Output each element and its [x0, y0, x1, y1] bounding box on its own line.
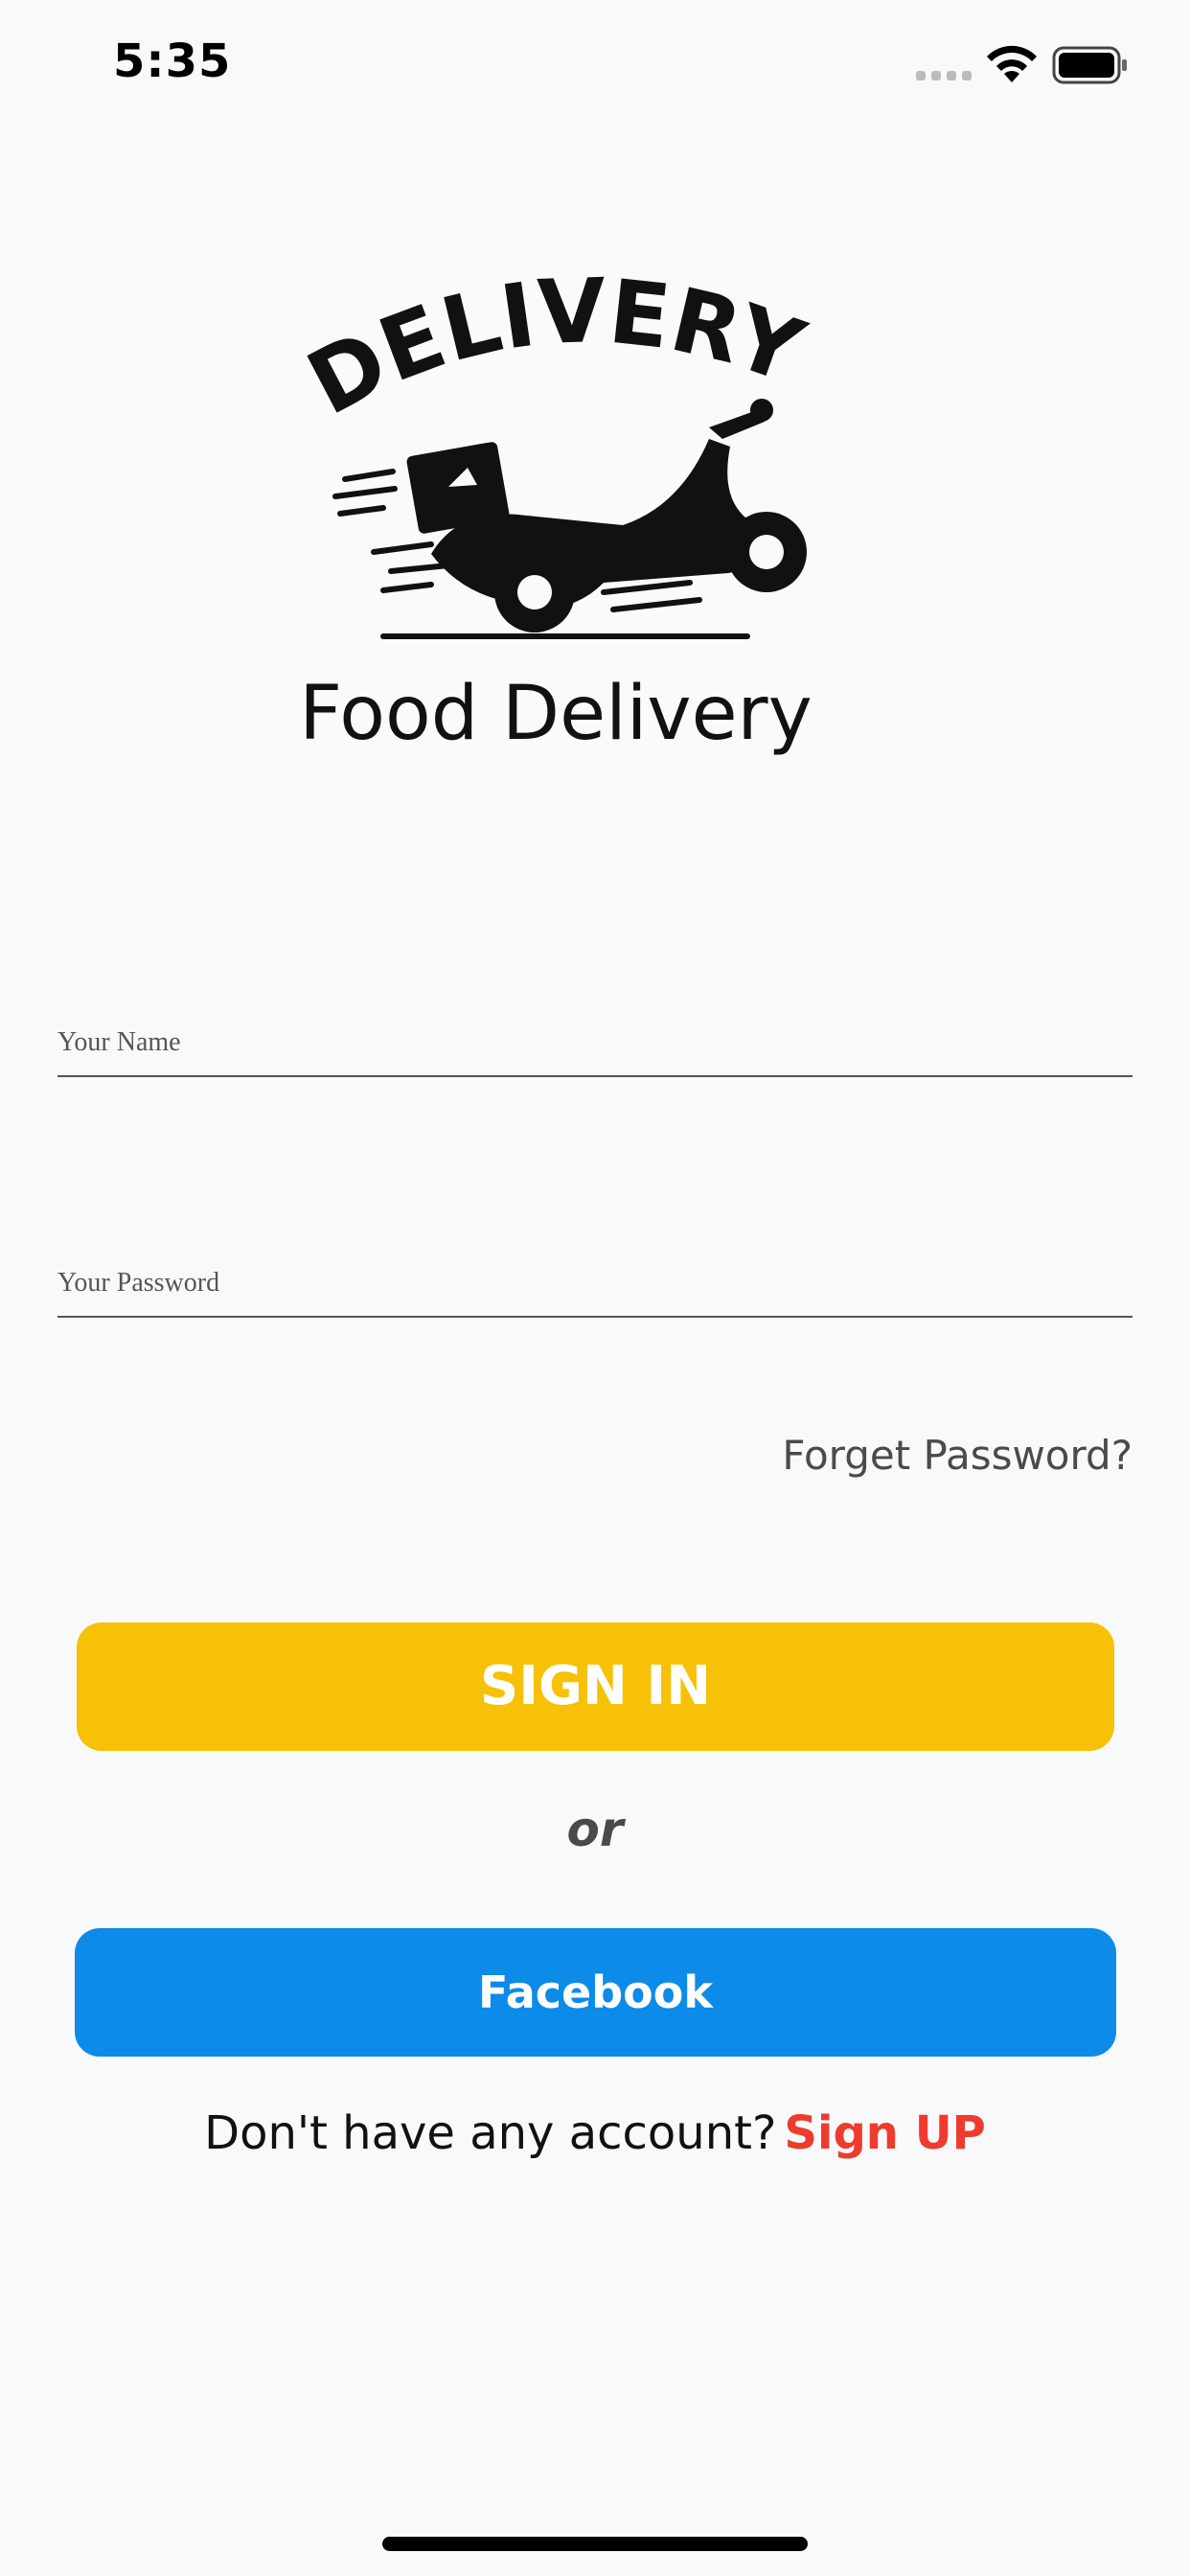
- sign-up-link[interactable]: Sign UP: [784, 2106, 985, 2160]
- signup-row: Don't have any account? Sign UP: [0, 2106, 1190, 2160]
- name-field[interactable]: [57, 1008, 1133, 1077]
- password-field[interactable]: [57, 1249, 1133, 1318]
- sign-in-button[interactable]: SIGN IN: [77, 1622, 1114, 1751]
- cellular-signal-icon: [916, 71, 972, 80]
- logo-caption: Food Delivery: [299, 671, 812, 757]
- wifi-icon: [987, 45, 1037, 82]
- forgot-password-link[interactable]: Forget Password?: [782, 1432, 1133, 1479]
- logo-arc-text: DELIVERY: [292, 260, 817, 435]
- name-input[interactable]: [57, 1027, 1133, 1058]
- status-bar: 5:35: [0, 0, 1190, 134]
- password-input[interactable]: [57, 1268, 1133, 1299]
- facebook-login-button[interactable]: Facebook: [75, 1928, 1116, 2057]
- brand-logo: DELIVERY Food Delivery: [144, 123, 1044, 845]
- battery-icon: [1052, 46, 1127, 84]
- status-time: 5:35: [113, 34, 232, 88]
- or-divider-text: or: [566, 1802, 624, 1857]
- home-indicator[interactable]: [382, 2537, 808, 2551]
- signup-prompt: Don't have any account?: [204, 2106, 777, 2160]
